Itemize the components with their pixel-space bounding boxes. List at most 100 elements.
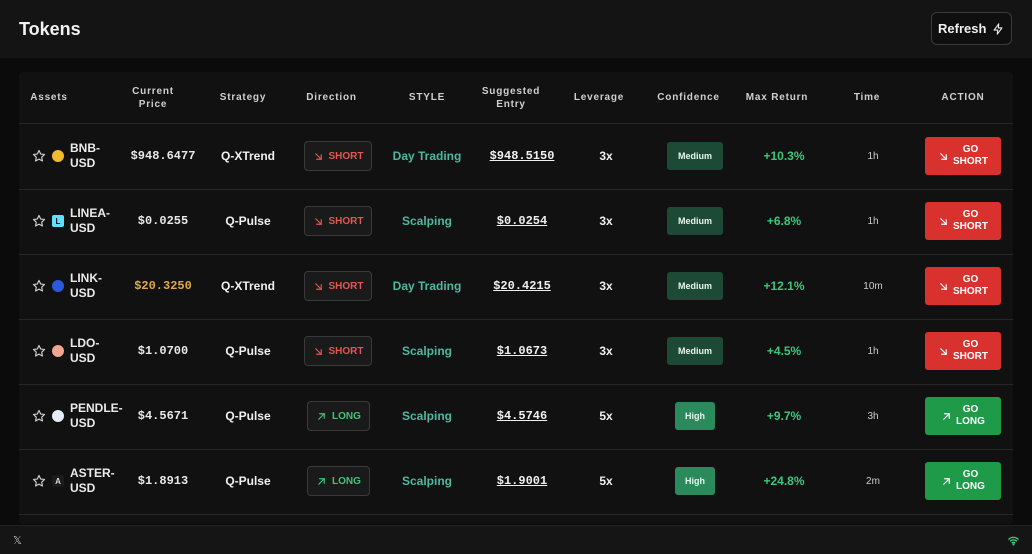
action-line2: LONG <box>956 481 985 492</box>
wifi-icon <box>1008 536 1019 546</box>
bnb-coin-icon <box>52 150 64 162</box>
header-current-price: Current Price <box>113 72 193 123</box>
arrow-down-right-icon <box>314 217 322 225</box>
max-return: +9.7% <box>766 409 802 423</box>
direction-label: SHORT <box>328 150 364 162</box>
time: 10m <box>863 280 883 292</box>
asset-line1: LDO- <box>70 336 100 350</box>
table-header: Assets Current Price Strategy Direction … <box>19 72 1013 124</box>
table-row: LDO- USD $1.0700 Q-Pulse SHORT Scalping $1.067… <box>19 319 1013 385</box>
current-price: $1.8913 <box>137 474 189 488</box>
go-short-button[interactable]: GO SHORT <box>925 332 1001 370</box>
star-icon <box>32 214 46 227</box>
trading-style: Scalping <box>401 344 452 358</box>
aster-coin-icon: A <box>52 475 64 487</box>
table-row: BNB- USD $948.6477 Q-XTrend SHORT Day Trading… <box>19 124 1013 190</box>
go-short-button[interactable]: GO SHORT <box>925 267 1001 305</box>
action-line2: SHORT <box>953 221 988 232</box>
asset-line2: USD <box>70 351 96 365</box>
confidence-badge: Medium <box>667 142 723 170</box>
header-action: ACTION <box>941 92 985 103</box>
favorite-star-button[interactable] <box>32 409 46 423</box>
current-price: $0.0255 <box>137 214 189 228</box>
action-line1: GO <box>962 339 979 350</box>
linea-coin-icon: L <box>52 215 64 227</box>
time: 1h <box>867 345 879 357</box>
time: 2m <box>866 475 880 487</box>
direction-badge[interactable]: SHORT <box>304 336 372 366</box>
favorite-star-button[interactable] <box>32 149 46 163</box>
asset-name: LINK- USD <box>70 271 102 301</box>
direction-label: LONG <box>332 475 361 487</box>
leverage: 5x <box>599 474 613 488</box>
favorite-star-button[interactable] <box>32 214 46 228</box>
asset-line2: USD <box>70 481 96 495</box>
suggested-entry: $1.0673 <box>496 344 548 358</box>
confidence-badge: High <box>675 402 715 430</box>
refresh-button[interactable]: Refresh <box>931 12 1012 45</box>
arrow-down-right-icon <box>314 347 322 355</box>
arrow-up-right-icon <box>943 412 950 420</box>
direction-badge[interactable]: LONG <box>307 466 370 496</box>
strategy: Q-XTrend <box>220 149 275 163</box>
asset-line1: BNB- <box>70 141 100 155</box>
direction-badge[interactable]: SHORT <box>304 141 372 171</box>
favorite-star-button[interactable] <box>32 279 46 293</box>
header-max-return: Max Return <box>745 92 809 103</box>
arrow-up-right-icon <box>318 477 325 485</box>
time: 1h <box>867 215 879 227</box>
header-leverage: Leverage <box>573 92 625 103</box>
current-price: $4.5671 <box>137 409 189 423</box>
asset-name: LINEA- USD <box>70 206 110 236</box>
direction-label: LONG <box>332 410 361 422</box>
table-row: L LINEA- USD $0.0255 Q-Pulse SHORT Scalping $0.… <box>19 189 1013 255</box>
arrow-up-right-icon <box>943 477 950 485</box>
direction-badge[interactable]: SHORT <box>304 271 372 301</box>
asset-line1: ASTER- <box>70 466 115 480</box>
strategy: Q-Pulse <box>225 474 271 488</box>
favorite-star-button[interactable] <box>32 474 46 488</box>
arrow-down-right-icon <box>940 347 947 355</box>
header-confidence: Confidence <box>657 92 720 103</box>
arrow-down-right-icon <box>940 282 947 290</box>
trading-style: Day Trading <box>392 149 462 163</box>
go-long-button[interactable]: GO LONG <box>925 462 1001 500</box>
action-line2: SHORT <box>953 351 988 362</box>
go-short-button[interactable]: GO SHORT <box>925 137 1001 175</box>
asset-name: LDO- USD <box>70 336 99 366</box>
favorite-star-button[interactable] <box>32 344 46 358</box>
current-price: $948.6477 <box>130 149 196 163</box>
direction-label: SHORT <box>328 215 364 227</box>
confidence-badge: Medium <box>667 272 723 300</box>
suggested-entry: $1.9001 <box>496 474 548 488</box>
header-direction: Direction <box>306 92 357 103</box>
asset-line2: USD <box>70 416 96 430</box>
direction-badge[interactable]: LONG <box>307 401 370 431</box>
asset-line1: PENDLE- <box>70 401 123 415</box>
header-suggested-entry-line2: Entry <box>496 98 526 110</box>
strategy: Q-Pulse <box>225 214 271 228</box>
confidence-badge: High <box>675 467 715 495</box>
go-short-button[interactable]: GO SHORT <box>925 202 1001 240</box>
trading-style: Scalping <box>401 409 452 423</box>
trading-style: Scalping <box>401 474 452 488</box>
go-long-button[interactable]: GO LONG <box>925 397 1001 435</box>
star-icon <box>32 344 46 357</box>
leverage: 5x <box>599 409 613 423</box>
strategy: Q-Pulse <box>225 409 271 423</box>
asset-line2: USD <box>70 286 96 300</box>
page-title: Tokens <box>19 19 81 39</box>
table-row: A ASTER- USD $1.8913 Q-Pulse LONG Scalping $1.9… <box>19 449 1013 515</box>
action-line2: LONG <box>956 416 985 427</box>
asset-name: ASTER- USD <box>70 466 115 496</box>
action-line2: SHORT <box>953 286 988 297</box>
trading-style: Scalping <box>401 214 452 228</box>
direction-badge[interactable]: SHORT <box>304 206 372 236</box>
asset-line1: LINEA- <box>70 206 110 220</box>
star-icon <box>32 409 46 422</box>
direction-label: SHORT <box>328 345 364 357</box>
table-row: LINK- USD $20.3250 Q-XTrend SHORT Day Trading… <box>19 254 1013 320</box>
max-return: +24.8% <box>763 474 805 488</box>
x-logo-icon[interactable]: 𝕏 <box>13 534 22 547</box>
current-price: $1.0700 <box>137 344 189 358</box>
